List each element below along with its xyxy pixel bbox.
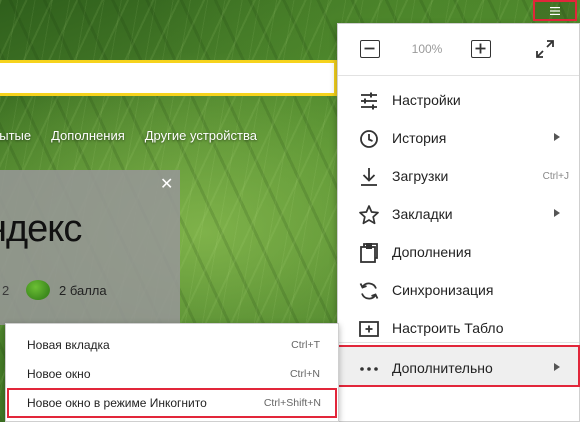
menu-item-label: Настроить Табло bbox=[392, 320, 504, 336]
card-title: ндекс bbox=[0, 208, 82, 250]
nav-link-extensions[interactable]: Дополнения bbox=[51, 128, 125, 143]
submenu-item-shortcut: Ctrl+Shift+N bbox=[263, 397, 321, 409]
more-submenu: Новая вкладка Ctrl+T Новое окно Ctrl+N Н… bbox=[5, 323, 339, 422]
submenu-item-label: Новое окно bbox=[27, 367, 91, 381]
sync-icon bbox=[359, 282, 379, 300]
menu-item-shortcut: Ctrl+J bbox=[542, 171, 569, 182]
nav-link-other-devices[interactable]: Другие устройства bbox=[145, 128, 257, 143]
menu-item-label: Загрузки bbox=[392, 168, 449, 184]
submenu-item-label: Новая вкладка bbox=[27, 338, 110, 352]
minus-icon bbox=[364, 47, 375, 50]
browser-menu: 100% Настройки История Загрузки Ctrl+J З… bbox=[337, 23, 580, 422]
menu-item-settings[interactable]: Настройки bbox=[338, 81, 579, 119]
top-navigation: рытые Дополнения Другие устройства bbox=[0, 128, 257, 143]
menu-item-more[interactable]: Дополнительно bbox=[337, 345, 580, 387]
chevron-right-icon bbox=[554, 363, 560, 371]
menu-item-label: Синхронизация bbox=[392, 282, 494, 298]
menu-item-label: Дополнения bbox=[392, 244, 472, 260]
menu-item-extensions[interactable]: Дополнения bbox=[338, 233, 579, 271]
plus-icon bbox=[475, 43, 486, 54]
close-icon[interactable]: ✕ bbox=[160, 174, 173, 194]
card-number: 2 bbox=[2, 283, 10, 298]
submenu-item-new-window[interactable]: Новое окно Ctrl+N bbox=[6, 359, 338, 388]
nav-link-opened[interactable]: рытые bbox=[0, 128, 31, 143]
menu-item-history[interactable]: История bbox=[338, 119, 579, 157]
search-input[interactable] bbox=[0, 60, 337, 96]
submenu-item-new-tab[interactable]: Новая вкладка Ctrl+T bbox=[6, 330, 338, 359]
chevron-right-icon bbox=[554, 133, 560, 141]
download-icon bbox=[361, 168, 377, 186]
extensions-icon bbox=[360, 243, 378, 263]
zoom-out-button[interactable] bbox=[360, 40, 380, 58]
fullscreen-button[interactable] bbox=[535, 39, 555, 59]
menu-item-label: Дополнительно bbox=[392, 360, 493, 376]
menu-item-sync[interactable]: Синхронизация bbox=[338, 271, 579, 309]
tableau-plus-icon bbox=[359, 321, 379, 337]
settings-sliders-icon bbox=[361, 92, 377, 110]
bookmark-star-icon bbox=[359, 205, 379, 225]
zoom-level: 100% bbox=[411, 42, 443, 56]
zoom-row: 100% bbox=[338, 24, 579, 76]
yandex-card[interactable]: ндекс ✕ 2 2 балла bbox=[0, 170, 180, 325]
menu-button[interactable] bbox=[533, 0, 577, 21]
submenu-item-shortcut: Ctrl+N bbox=[289, 368, 320, 380]
submenu-item-new-incognito-window[interactable]: Новое окно в режиме Инкогнито Ctrl+Shift… bbox=[7, 388, 337, 418]
more-dots-icon bbox=[360, 367, 378, 371]
chevron-right-icon bbox=[554, 209, 560, 217]
menu-item-label: Настройки bbox=[392, 92, 461, 108]
menu-item-label: Закладки bbox=[392, 206, 453, 222]
menu-item-bookmarks[interactable]: Закладки bbox=[338, 195, 579, 233]
menu-item-downloads[interactable]: Загрузки Ctrl+J bbox=[338, 157, 579, 195]
menu-divider bbox=[338, 342, 579, 343]
hamburger-icon bbox=[550, 6, 560, 15]
card-score: 2 балла bbox=[59, 283, 107, 298]
submenu-item-label: Новое окно в режиме Инкогнито bbox=[27, 396, 207, 410]
history-clock-icon bbox=[360, 130, 378, 148]
karma-ball-icon bbox=[26, 280, 50, 300]
menu-item-label: История bbox=[392, 130, 447, 146]
zoom-in-button[interactable] bbox=[471, 40, 491, 58]
fullscreen-icon bbox=[536, 40, 554, 58]
submenu-item-shortcut: Ctrl+T bbox=[291, 339, 320, 351]
